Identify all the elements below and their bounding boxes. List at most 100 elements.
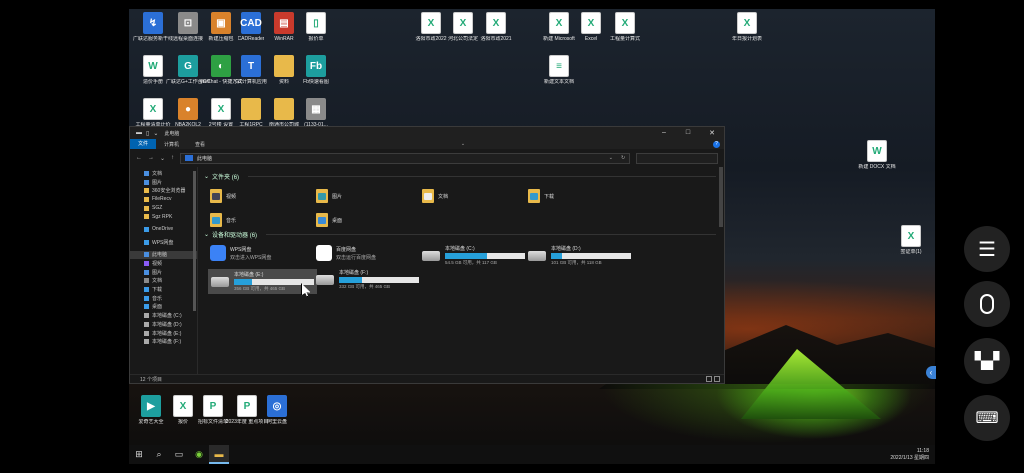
side-panel-expand-icon[interactable]: ‹ bbox=[926, 366, 936, 379]
nav-item[interactable]: 桌面 bbox=[130, 303, 197, 312]
drive-item[interactable]: 本地磁盘 (F:) 332 GB 可用，共 465 GB bbox=[316, 269, 419, 290]
recent-chevron-icon[interactable]: ⌄ bbox=[160, 155, 165, 162]
nav-item[interactable]: 图片 bbox=[130, 268, 197, 277]
desktop-icon-label: CADReader bbox=[237, 36, 265, 42]
nav-item[interactable]: FileRecv bbox=[130, 195, 197, 204]
nav-item[interactable]: OneDrive bbox=[130, 225, 197, 234]
folders-grid: 视频 图片 文档 下载音乐 桌面 bbox=[204, 181, 724, 229]
desktop-icon[interactable]: ▦ (1133-01... bbox=[294, 98, 338, 128]
keyboard-button[interactable]: ⌨ bbox=[964, 395, 1010, 441]
desktop-icon-image: CAD bbox=[240, 12, 262, 34]
desktop-icon[interactable]: Fb Fb快速看图 bbox=[294, 55, 338, 85]
nav-item[interactable]: 音乐 bbox=[130, 294, 197, 303]
maximize-button[interactable]: □ bbox=[676, 129, 700, 137]
folder-item[interactable]: 视频 bbox=[210, 189, 236, 203]
file-explorer-taskbar-icon[interactable]: ▬ bbox=[209, 445, 229, 464]
cloud-drive-subtitle: 双击运行百度网盘 bbox=[336, 254, 377, 261]
edge-browser-icon[interactable]: ◉ bbox=[189, 445, 209, 464]
nav-item-icon bbox=[144, 269, 149, 275]
address-dropdown-icon[interactable]: ⌄ bbox=[609, 155, 613, 161]
address-bar[interactable]: 此电脑 ⌄ ↻ bbox=[180, 152, 631, 164]
nav-item-label: 图片 bbox=[152, 179, 163, 186]
nav-scrollbar[interactable] bbox=[193, 171, 196, 311]
desktop-icon[interactable]: ▯ 报价单 bbox=[294, 12, 338, 42]
nav-item[interactable]: 本地磁盘 (E:) bbox=[130, 329, 197, 338]
folder-item[interactable]: 音乐 bbox=[210, 213, 236, 227]
nav-item-label: FileRecv bbox=[152, 196, 172, 203]
desktop-icon[interactable]: ≡ 新建文本文档 bbox=[537, 55, 581, 85]
refresh-icon[interactable]: ↻ bbox=[621, 155, 625, 161]
start-button[interactable]: ⊞ bbox=[129, 445, 149, 464]
drive-item[interactable]: 本地磁盘 (E:) 356 GB 可用，共 465 GB bbox=[208, 269, 317, 294]
desktop-icon[interactable]: X 工程量计算式 bbox=[603, 12, 647, 42]
folder-item[interactable]: 下载 bbox=[528, 189, 554, 203]
help-icon[interactable]: ? bbox=[713, 140, 720, 148]
system-clock[interactable]: 11:18 2022/1/13 星期四 bbox=[890, 448, 935, 462]
details-view-icon[interactable] bbox=[706, 376, 712, 382]
content-scrollbar[interactable] bbox=[719, 167, 723, 227]
nav-item[interactable]: 此电脑 bbox=[130, 250, 197, 260]
keyboard-icon: ⌨ bbox=[975, 410, 999, 427]
explorer-body: 文档 图片 360安全浏览器 FileRecv SGZ Sgz RPK OneDrive WP… bbox=[130, 167, 724, 374]
nav-item[interactable]: 文档 bbox=[130, 277, 197, 286]
nav-item[interactable]: 图片 bbox=[130, 178, 197, 187]
desktop-icon-image: X bbox=[581, 12, 601, 34]
drive-usage-bar bbox=[551, 253, 631, 259]
desktop-icon-label: 爱奇艺大全 bbox=[138, 419, 164, 425]
desktop-icon-image: X bbox=[486, 12, 506, 34]
apps-button[interactable]: ▚▞ bbox=[964, 338, 1010, 384]
desktop-icon[interactable]: X 洛阳市政2021 bbox=[474, 12, 518, 42]
cloud-drive-name: WPS网盘 bbox=[230, 246, 252, 253]
desktop-icon-image: ▣ bbox=[211, 12, 231, 34]
navigation-row: ← → ⌄ ↑ 此电脑 ⌄ ↻ bbox=[130, 149, 724, 167]
drive-item[interactable]: 本地磁盘 (D:) 101 GB 可用，共 118 GB bbox=[528, 245, 631, 266]
desktop-icon[interactable]: X 签证单(1) bbox=[889, 225, 933, 255]
tab-file[interactable]: 文件 bbox=[130, 139, 157, 149]
nav-item[interactable]: 本地磁盘 (F:) bbox=[130, 337, 197, 346]
drive-item[interactable]: 本地磁盘 (C:) 54.5 GB 可用，共 117 GB bbox=[422, 245, 525, 266]
folder-item[interactable]: 桌面 bbox=[316, 213, 342, 227]
item-count: 12 个项目 bbox=[140, 376, 162, 383]
properties-icon[interactable]: ▯ bbox=[146, 130, 149, 137]
desktop-icon-image: ≡ bbox=[549, 55, 569, 77]
large-icons-view-icon[interactable] bbox=[714, 376, 720, 382]
desktop-icon[interactable]: X 年日报计划表 bbox=[725, 12, 769, 42]
task-view-icon[interactable]: ▭ bbox=[169, 445, 189, 464]
folder-item[interactable]: 文档 bbox=[422, 189, 448, 203]
cloud-drive-item[interactable]: 百度网盘 双击运行百度网盘 bbox=[316, 245, 376, 261]
menu-button[interactable]: ☰ bbox=[964, 226, 1010, 272]
desktop-icon-label: Fb快速看图 bbox=[303, 79, 329, 85]
back-arrow-icon[interactable]: ← bbox=[136, 155, 142, 161]
ribbon-expand-icon[interactable]: ⌄ bbox=[459, 141, 467, 147]
desktop-icon[interactable]: W 新建 DOCX 文档 bbox=[855, 140, 899, 170]
content-pane: ⌄ 文件夹 (6) 视频 图片 文档 下载 音乐 桌面 ⌄ 设备和驱动器 (6) WPS网盘双… bbox=[198, 167, 724, 374]
up-arrow-icon[interactable]: ↑ bbox=[171, 155, 174, 161]
mouse-mode-button[interactable] bbox=[964, 281, 1010, 327]
nav-item[interactable]: 本地磁盘 (C:) bbox=[130, 311, 197, 320]
nav-item-icon bbox=[144, 287, 149, 293]
close-button[interactable]: ✕ bbox=[700, 129, 724, 137]
nav-item[interactable]: SGZ bbox=[130, 204, 197, 213]
nav-item[interactable]: 视频 bbox=[130, 259, 197, 268]
clock-date: 2022/1/13 星期四 bbox=[890, 454, 929, 461]
desktop-icon-label: 报价 bbox=[177, 419, 188, 425]
nav-item[interactable]: 下载 bbox=[130, 285, 197, 294]
nav-item[interactable]: WPS网盘 bbox=[130, 238, 197, 247]
folders-section-header[interactable]: ⌄ 文件夹 (6) bbox=[204, 171, 724, 181]
nav-item[interactable]: Sgz RPK bbox=[130, 212, 197, 221]
desktop-icon[interactable]: ◎ 阿里云盘 bbox=[255, 395, 299, 425]
search-input[interactable] bbox=[636, 152, 718, 164]
nav-item[interactable]: 文档 bbox=[130, 169, 197, 178]
nav-item[interactable]: 本地磁盘 (D:) bbox=[130, 320, 197, 329]
cloud-drive-item[interactable]: WPS网盘 双击进入WPS网盘 bbox=[210, 245, 271, 261]
devices-section-header[interactable]: ⌄ 设备和驱动器 (6) bbox=[204, 229, 724, 239]
tab-view[interactable]: 查看 bbox=[187, 141, 213, 148]
forward-arrow-icon[interactable]: → bbox=[148, 155, 154, 161]
folder-item[interactable]: 图片 bbox=[316, 189, 342, 203]
search-icon[interactable]: ⌕ bbox=[149, 445, 169, 464]
tab-computer[interactable]: 计算机 bbox=[156, 141, 187, 148]
quick-access-chevron-icon[interactable]: ⌄ bbox=[153, 130, 158, 137]
minimize-button[interactable]: – bbox=[652, 129, 676, 137]
explorer-titlebar[interactable]: ▬ ▯ ⌄ 此电脑 – □ ✕ bbox=[130, 127, 724, 139]
nav-item[interactable]: 360安全浏览器 bbox=[130, 186, 197, 195]
